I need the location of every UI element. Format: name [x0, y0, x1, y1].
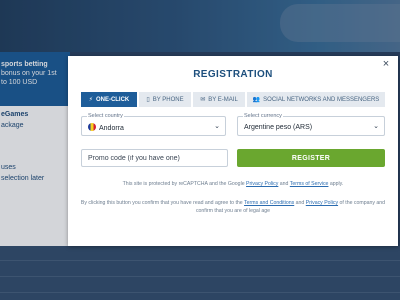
privacy-policy-link[interactable]: Privacy Policy: [246, 181, 278, 187]
tab-label: BY E-MAIL: [208, 96, 238, 103]
terms-and-conditions-link[interactable]: Terms and Conditions: [244, 200, 294, 206]
registration-modal: × REGISTRATION ⚡ ONE-CLICK ▯ BY PHONE ✉ …: [68, 56, 398, 246]
modal-title: REGISTRATION: [193, 69, 273, 80]
country-select-value: Andorra: [99, 125, 124, 132]
andorra-flag-icon: [88, 123, 96, 131]
currency-select[interactable]: Select currency Argentine peso (ARS) ⌄: [237, 113, 385, 136]
chevron-down-icon: ⌄: [373, 123, 379, 130]
recaptcha-text: apply.: [328, 181, 344, 187]
tab-label: BY PHONE: [152, 96, 184, 103]
consent-text: By clicking this button you confirm that…: [80, 200, 245, 206]
currency-select-value: Argentine peso (ARS): [244, 124, 313, 131]
registration-tabs: ⚡ ONE-CLICK ▯ BY PHONE ✉ BY E-MAIL 👥 SOC…: [81, 92, 385, 107]
users-icon: 👥: [252, 96, 261, 103]
lightning-icon: ⚡: [88, 96, 93, 103]
country-select[interactable]: Select country Andorra ⌄: [81, 113, 226, 136]
consent-notice: By clicking this button you confirm that…: [78, 199, 388, 215]
tab-by-email[interactable]: ✉ BY E-MAIL: [193, 92, 245, 107]
tab-label: ONE-CLICK: [95, 96, 130, 103]
country-select-label: Select country: [87, 113, 124, 120]
terms-of-service-link[interactable]: Terms of Service: [290, 181, 329, 187]
register-button[interactable]: REGISTER: [237, 149, 385, 167]
recaptcha-text: This site is protected by reCAPTCHA and …: [122, 181, 247, 187]
phone-icon: ▯: [146, 96, 150, 103]
recaptcha-notice: This site is protected by reCAPTCHA and …: [78, 180, 388, 188]
chevron-down-icon: ⌄: [214, 123, 220, 130]
privacy-policy-link[interactable]: Privacy Policy: [306, 200, 338, 206]
tab-by-phone[interactable]: ▯ BY PHONE: [139, 92, 191, 107]
promo-code-input[interactable]: [81, 149, 228, 167]
consent-text: and: [294, 200, 306, 206]
tab-one-click[interactable]: ⚡ ONE-CLICK: [81, 92, 137, 107]
tab-social-networks[interactable]: 👥 SOCIAL NETWORKS AND MESSENGERS: [247, 92, 385, 107]
recaptcha-text: and: [278, 181, 290, 187]
currency-select-label: Select currency: [243, 113, 283, 120]
envelope-icon: ✉: [200, 96, 206, 103]
country-select-value-wrap: Andorra: [88, 123, 124, 133]
tab-label: SOCIAL NETWORKS AND MESSENGERS: [263, 96, 380, 103]
